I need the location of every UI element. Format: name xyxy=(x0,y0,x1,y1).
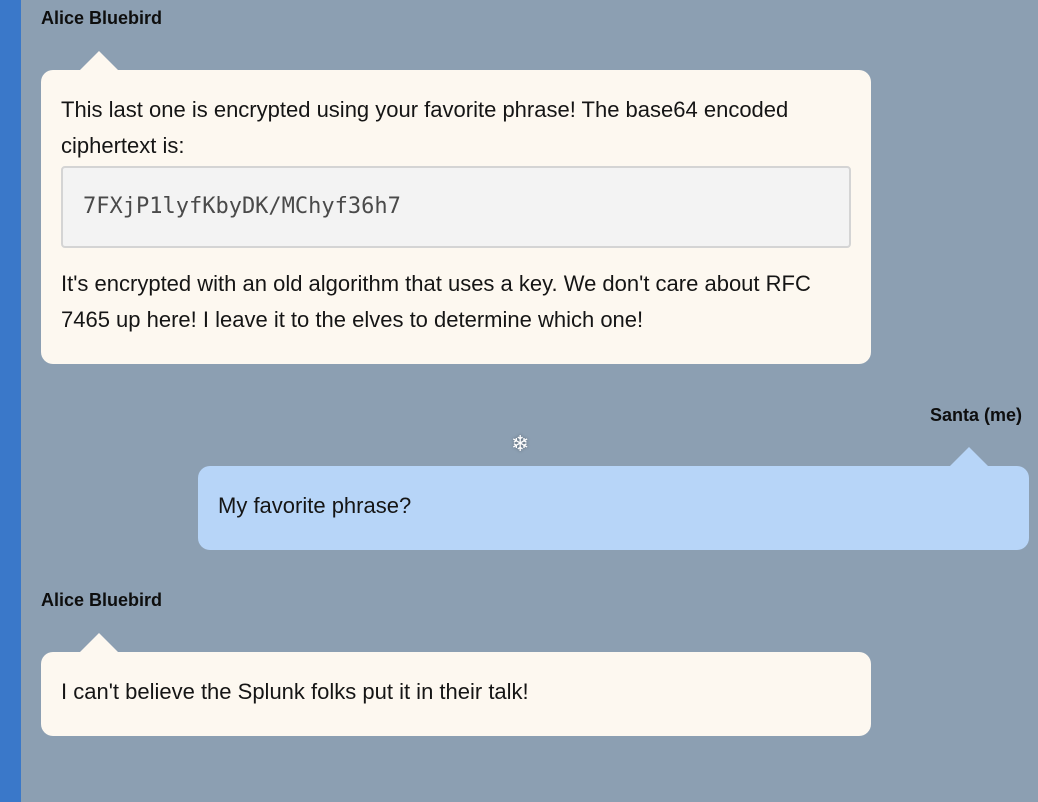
bubble-tail xyxy=(80,51,118,70)
ciphertext-code-box[interactable]: 7FXjP1lyfKbyDK/MChyf36h7 xyxy=(61,166,851,248)
message-text: This last one is encrypted using your fa… xyxy=(61,97,789,158)
message-text: My favorite phrase? xyxy=(218,493,412,518)
message-bubble: I can't believe the Splunk folks put it … xyxy=(41,652,871,736)
message-bubble: This last one is encrypted using your fa… xyxy=(41,70,871,364)
message-bubble: My favorite phrase? xyxy=(198,466,1029,550)
sender-name: Alice Bluebird xyxy=(41,8,163,28)
sender-name: Alice Bluebird xyxy=(41,590,163,610)
bubble-tail xyxy=(80,633,118,652)
message-text: It's encrypted with an old algorithm tha… xyxy=(61,271,811,332)
bubble-tail xyxy=(950,447,988,466)
sender-name: Santa (me) xyxy=(929,405,1022,425)
message-text: I can't believe the Splunk folks put it … xyxy=(61,679,529,704)
left-accent-bar xyxy=(0,0,21,802)
snowflake-icon: ❄ xyxy=(511,432,530,457)
